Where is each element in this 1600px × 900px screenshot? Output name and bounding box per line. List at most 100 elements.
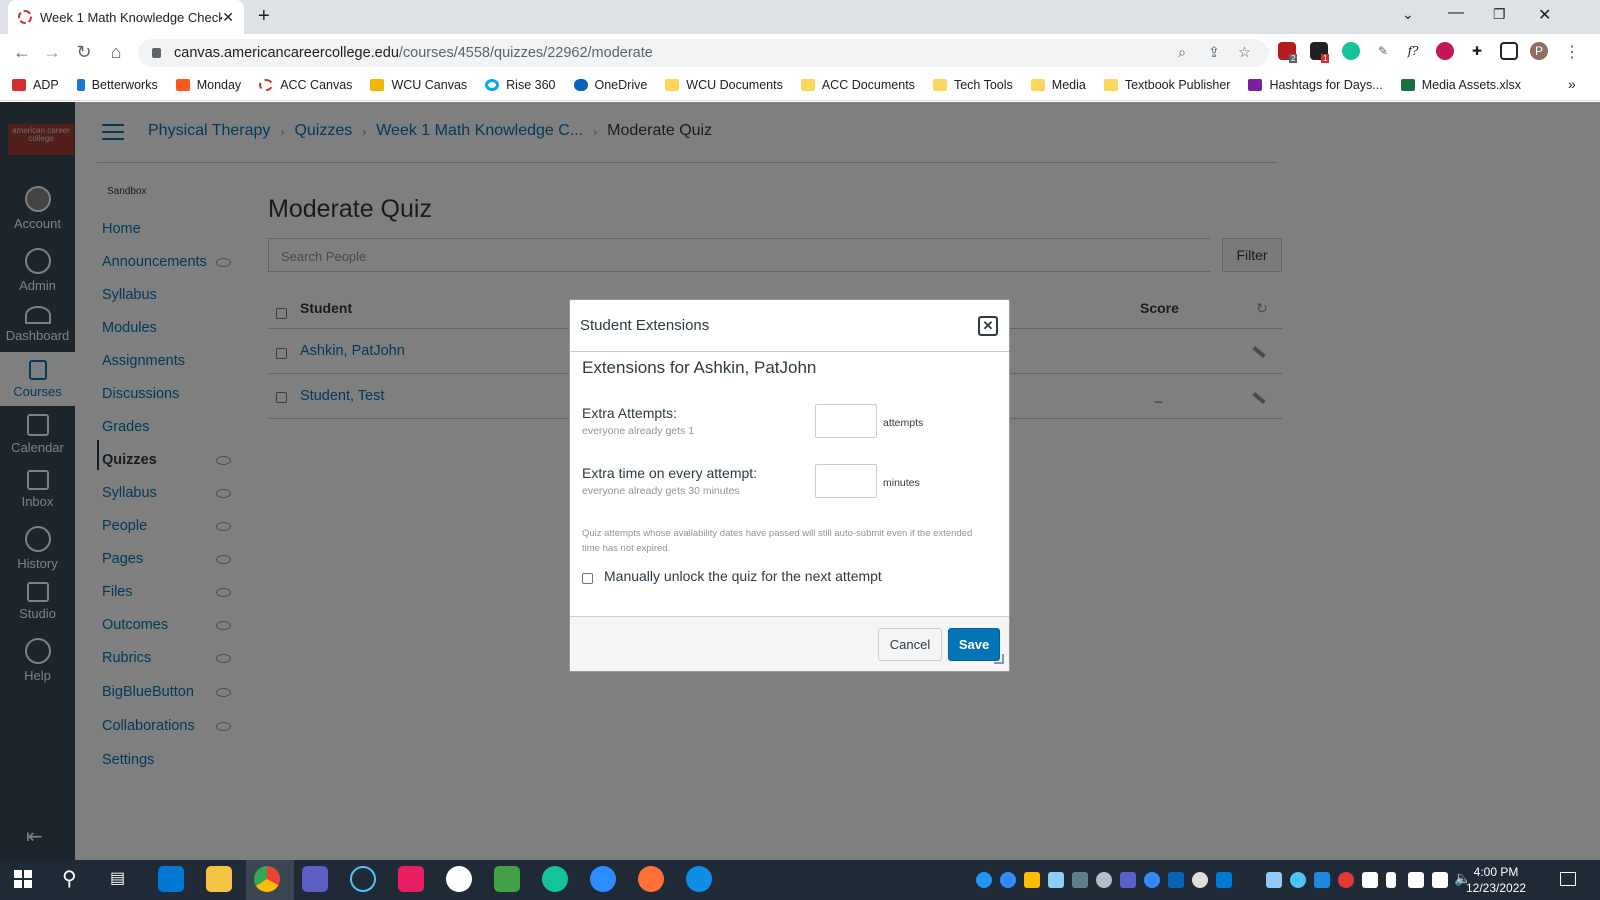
back-icon[interactable]: ←	[12, 42, 32, 62]
home-icon[interactable]: ⌂	[106, 42, 126, 62]
bookmark-adp[interactable]: ADP	[12, 78, 59, 92]
notifications-icon[interactable]	[1560, 872, 1576, 886]
bookmark-wcu-canvas[interactable]: WCU Canvas	[370, 78, 467, 92]
cancel-button[interactable]: Cancel	[878, 628, 942, 661]
extension-badge: 1	[1321, 54, 1330, 63]
new-tab-button[interactable]: +	[258, 5, 270, 28]
minimize-icon[interactable]: —	[1448, 4, 1464, 22]
restore-icon[interactable]: ❐	[1493, 6, 1506, 23]
extra-time-input[interactable]	[815, 464, 877, 498]
network-tray-icon[interactable]	[1096, 872, 1112, 888]
bookmark-onedrive[interactable]: OneDrive	[573, 78, 647, 92]
auto-submit-note: Quiz attempts whose availability dates h…	[582, 528, 973, 554]
firefox-icon[interactable]	[638, 866, 664, 892]
color-picker-icon[interactable]	[1436, 42, 1454, 60]
creative-cloud-icon[interactable]	[398, 866, 424, 892]
forward-icon[interactable]: →	[42, 42, 62, 62]
student-extensions-dialog: Student Extensions ✕ Extensions for Ashk…	[569, 299, 1010, 672]
battery-tray-icon[interactable]	[1408, 872, 1424, 888]
app-icon[interactable]	[350, 866, 376, 892]
bookmarks-overflow-icon[interactable]: »	[1568, 76, 1576, 92]
manually-unlock-checkbox[interactable]	[582, 573, 593, 584]
bookmarks-bar: ADP Betterworks Monday ACC Canvas WCU Ca…	[0, 70, 1600, 101]
teamviewer-icon[interactable]	[686, 866, 712, 892]
drive-tray-icon[interactable]	[1024, 872, 1040, 888]
url-host: canvas.americancareercollege.edu	[174, 45, 399, 61]
browser-tab[interactable]: Week 1 Math Knowledge Check: ✕	[8, 0, 244, 34]
reload-icon[interactable]: ↻	[74, 42, 94, 62]
outlook-tray-icon[interactable]	[1216, 872, 1232, 888]
bookmark-monday[interactable]: Monday	[175, 78, 241, 92]
zoom-tray-icon[interactable]	[1000, 872, 1016, 888]
clock[interactable]: 4:00 PM 12/23/2022	[1466, 864, 1526, 896]
dropbox-tray-icon[interactable]	[1072, 872, 1088, 888]
tab-search-icon[interactable]: ⌄	[1402, 6, 1414, 23]
bookmark-betterworks[interactable]: Betterworks	[76, 78, 158, 92]
tray-icon[interactable]	[1362, 872, 1378, 888]
menu-icon[interactable]: ⋮	[1564, 42, 1580, 62]
extra-time-label: Extra time on every attempt:	[582, 465, 758, 481]
usb-tray-icon[interactable]	[1386, 872, 1396, 888]
slack-icon[interactable]	[446, 866, 472, 892]
chrome-icon[interactable]	[254, 866, 280, 892]
extra-attempts-label: Extra Attempts:	[582, 405, 677, 421]
bookmark-textbook-publisher[interactable]: Textbook Publisher	[1103, 78, 1230, 92]
save-button[interactable]: Save	[948, 628, 1000, 661]
task-view-icon[interactable]: ▤	[110, 868, 125, 888]
close-icon[interactable]: ✕	[978, 316, 998, 336]
bookmark-rise-360[interactable]: Rise 360	[485, 78, 556, 92]
font-finder-icon[interactable]: f?	[1404, 42, 1422, 60]
tray-icon[interactable]	[1266, 872, 1282, 888]
bookmark-acc-documents[interactable]: ACC Documents	[800, 78, 915, 92]
bookmark-media[interactable]: Media	[1030, 78, 1086, 92]
tray-icon[interactable]	[1290, 872, 1306, 888]
bookmark-acc-canvas[interactable]: ACC Canvas	[259, 78, 352, 92]
file-explorer-icon[interactable]	[206, 866, 232, 892]
extension-badge: 2	[1289, 54, 1298, 63]
eyedropper-icon[interactable]: ✎	[1374, 42, 1392, 60]
window-close-icon[interactable]: ✕	[1538, 5, 1551, 25]
grammarly-icon[interactable]	[1342, 42, 1360, 60]
search-icon[interactable]: ⚲	[62, 866, 77, 891]
resize-handle-icon[interactable]	[994, 654, 1004, 664]
help-tray-icon[interactable]	[976, 872, 992, 888]
side-panel-icon[interactable]	[1500, 42, 1518, 60]
bookmark-media-assets[interactable]: Media Assets.xlsx	[1400, 78, 1521, 92]
grammarly-taskbar-icon[interactable]	[542, 866, 568, 892]
bookmark-wcu-documents[interactable]: WCU Documents	[665, 78, 783, 92]
profile-avatar[interactable]: P	[1530, 42, 1548, 60]
tray-icon[interactable]	[1338, 872, 1354, 888]
dialog-title: Student Extensions	[570, 300, 1009, 352]
close-tab-icon[interactable]: ✕	[222, 9, 234, 26]
windows-taskbar	[0, 860, 1600, 900]
extra-attempts-hint: everyone already gets 1	[582, 425, 695, 437]
bookmark-tech-tools[interactable]: Tech Tools	[932, 78, 1013, 92]
sync-tray-icon[interactable]	[1192, 872, 1208, 888]
extra-time-hint: everyone already gets 30 minutes	[582, 485, 740, 497]
extensions-puzzle-icon[interactable]: ✚	[1468, 42, 1486, 60]
share-icon[interactable]: ⇪	[1208, 39, 1220, 67]
wifi-tray-icon[interactable]	[1432, 872, 1448, 888]
manually-unlock-label[interactable]: Manually unlock the quiz for the next at…	[604, 568, 882, 584]
zoom-icon[interactable]	[590, 866, 616, 892]
clock-date: 12/23/2022	[1466, 881, 1527, 895]
dialog-subtitle: Extensions for Ashkin, PatJohn	[582, 358, 817, 377]
address-bar[interactable]: canvas.americancareercollege.edu/courses…	[138, 39, 1268, 67]
bookmark-hashtags[interactable]: Hashtags for Days...	[1248, 78, 1383, 92]
url-path: /courses/4558/quizzes/22962/moderate	[398, 45, 653, 61]
clock-time: 4:00 PM	[1473, 865, 1519, 879]
camtasia-icon[interactable]	[494, 866, 520, 892]
tray-icon[interactable]	[1314, 872, 1330, 888]
onedrive-tray-icon[interactable]	[1168, 872, 1184, 888]
zoom-tray-icon[interactable]	[1144, 872, 1160, 888]
cloud-tray-icon[interactable]	[1048, 872, 1064, 888]
extra-attempts-unit: attempts	[883, 417, 924, 429]
outlook-icon[interactable]	[158, 866, 184, 892]
teams-tray-icon[interactable]	[1120, 872, 1136, 888]
extra-attempts-input[interactable]	[815, 404, 877, 438]
zoom-icon[interactable]: ⌕	[1178, 39, 1186, 67]
bookmark-star-icon[interactable]: ☆	[1238, 39, 1251, 67]
windows-start-icon[interactable]	[14, 870, 32, 888]
canvas-favicon-icon	[18, 10, 32, 24]
teams-icon[interactable]	[302, 866, 328, 892]
